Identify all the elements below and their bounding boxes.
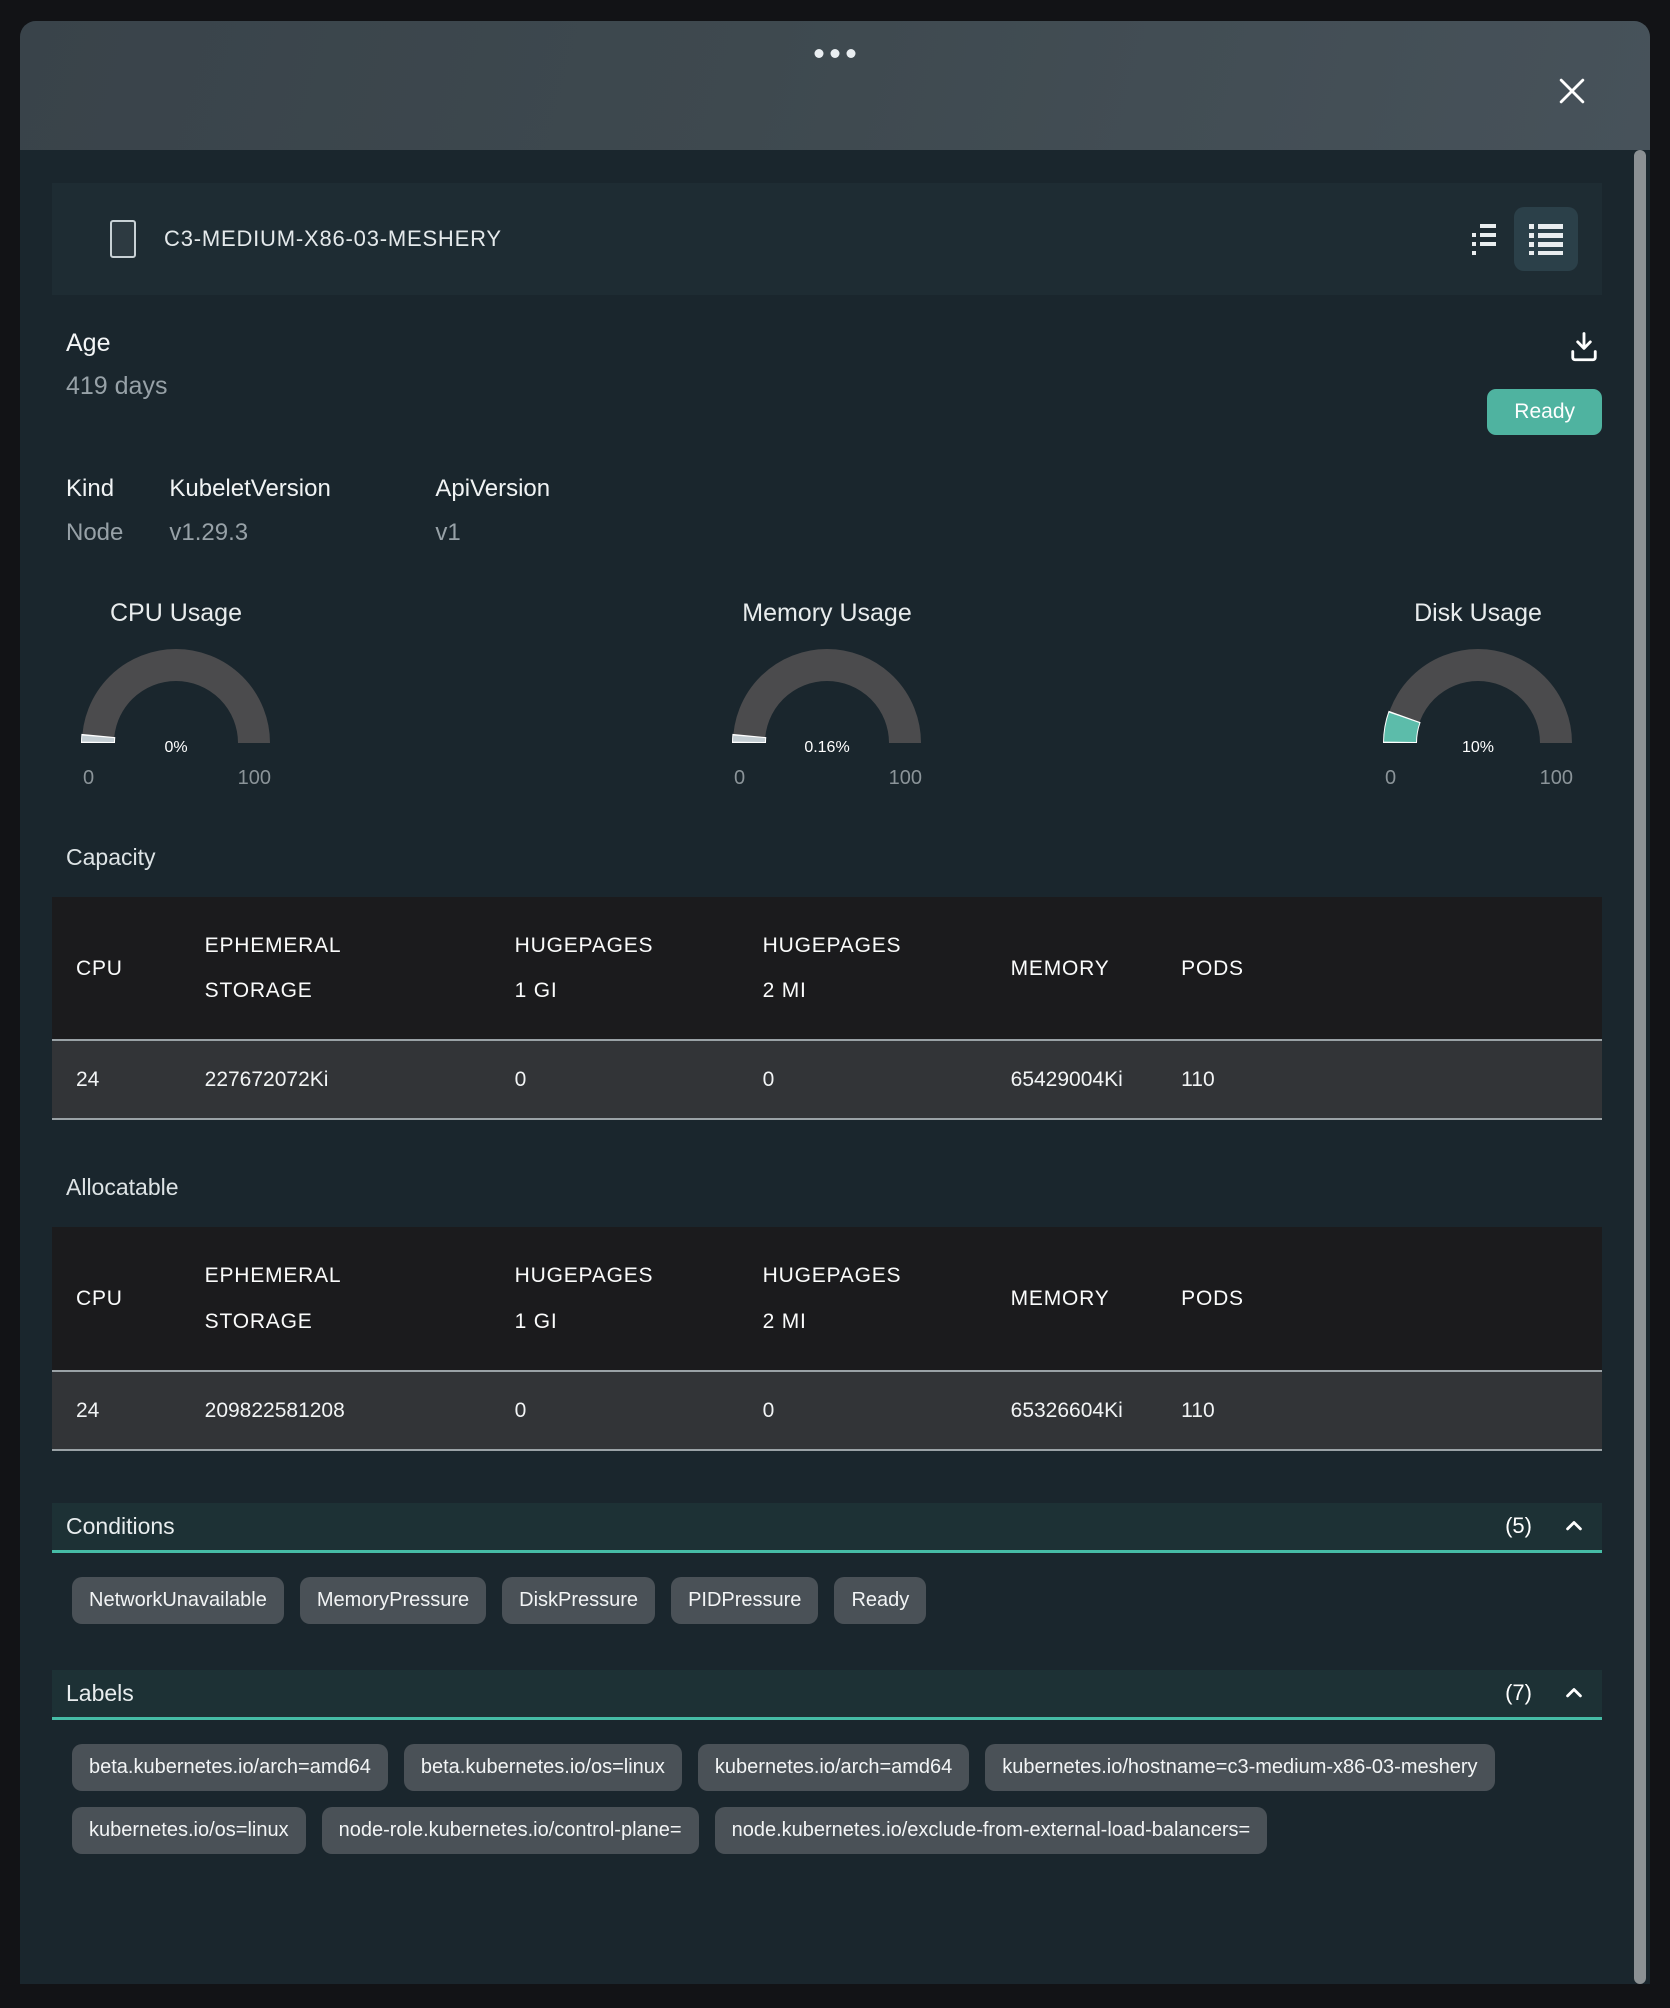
condition-chip[interactable]: MemoryPressure xyxy=(300,1577,486,1624)
col-memory: MEMORY xyxy=(987,1227,1158,1370)
allocatable-heading: Allocatable xyxy=(52,1174,1602,1201)
age-label: Age xyxy=(66,329,167,358)
view-toggle xyxy=(1470,207,1578,271)
field-api-version: ApiVersion v1 xyxy=(435,475,550,547)
node-details-modal: C3-MEDIUM-X86-03-MESHERY xyxy=(20,21,1650,1984)
close-button[interactable] xyxy=(1550,69,1594,113)
conditions-section-header[interactable]: Conditions (5) xyxy=(52,1503,1602,1553)
gauge-max-label: 100 xyxy=(1540,767,1573,790)
col-cpu: CPU xyxy=(52,1227,181,1370)
scrollbar-thumb[interactable] xyxy=(1634,150,1646,1984)
drag-handle-icon[interactable] xyxy=(815,49,856,58)
table-header-row: CPU EPHEMERAL STORAGE HUGEPAGES 1 GI HUG… xyxy=(52,1227,1602,1370)
col-hugepages-2mi: HUGEPAGES 2 MI xyxy=(739,897,987,1040)
col-ephemeral-storage: EPHEMERAL STORAGE xyxy=(181,1227,491,1370)
cell-memory: 65326604Ki xyxy=(987,1371,1158,1450)
label-chip[interactable]: node-role.kubernetes.io/control-plane= xyxy=(322,1807,699,1854)
conditions-section: Conditions (5) NetworkUnavailable Memory… xyxy=(52,1503,1602,1624)
age-status-row: Age 419 days Ready xyxy=(52,329,1602,435)
section-count: (7) xyxy=(1505,1680,1532,1706)
modal-drag-header xyxy=(20,21,1650,150)
labels-section: Labels (7) beta.kubernetes.io/arch=amd64… xyxy=(52,1670,1602,1854)
label-chip[interactable]: kubernetes.io/arch=amd64 xyxy=(698,1744,969,1791)
col-ephemeral-storage: EPHEMERAL STORAGE xyxy=(181,897,491,1040)
table-row: 24 209822581208 0 0 65326604Ki 110 xyxy=(52,1371,1602,1450)
gauge-title: Disk Usage xyxy=(1414,599,1542,628)
conditions-chips: NetworkUnavailable MemoryPressure DiskPr… xyxy=(52,1577,1602,1624)
age-value: 419 days xyxy=(66,372,167,401)
gauge-max-label: 100 xyxy=(238,767,271,790)
label-chip[interactable]: beta.kubernetes.io/arch=amd64 xyxy=(72,1744,388,1791)
condition-chip[interactable]: PIDPressure xyxy=(671,1577,818,1624)
section-title: Conditions xyxy=(66,1513,1505,1540)
cell-hugepages-2mi: 0 xyxy=(739,1040,987,1119)
cell-cpu: 24 xyxy=(52,1040,181,1119)
gauge-min-label: 0 xyxy=(83,767,94,790)
section-title: Labels xyxy=(66,1680,1505,1707)
allocatable-table: CPU EPHEMERAL STORAGE HUGEPAGES 1 GI HUG… xyxy=(52,1227,1602,1450)
col-cpu: CPU xyxy=(52,897,181,1040)
capacity-table: CPU EPHEMERAL STORAGE HUGEPAGES 1 GI HUG… xyxy=(52,897,1602,1120)
cell-pods: 110 xyxy=(1157,1040,1602,1119)
condition-chip[interactable]: Ready xyxy=(834,1577,926,1624)
disk-usage-gauge: Disk Usage 10% 0 100 xyxy=(1360,599,1596,790)
cpu-usage-gauge: CPU Usage 0% 0 100 xyxy=(58,599,294,790)
labels-section-header[interactable]: Labels (7) xyxy=(52,1670,1602,1720)
gauge-title: CPU Usage xyxy=(110,599,242,628)
modal-content: C3-MEDIUM-X86-03-MESHERY xyxy=(52,183,1602,1854)
memory-usage-gauge: Memory Usage 0.16% 0 100 xyxy=(709,599,945,790)
chevron-up-icon[interactable] xyxy=(1560,1679,1588,1707)
col-memory: MEMORY xyxy=(987,897,1158,1040)
label-chip[interactable]: beta.kubernetes.io/os=linux xyxy=(404,1744,682,1791)
gauge-value: 10% xyxy=(1462,739,1494,757)
chevron-up-icon[interactable] xyxy=(1560,1512,1588,1540)
node-title: C3-MEDIUM-X86-03-MESHERY xyxy=(164,226,1470,252)
col-pods: PODS xyxy=(1157,1227,1602,1370)
gauge-title: Memory Usage xyxy=(742,599,912,628)
node-select-checkbox[interactable] xyxy=(110,220,136,258)
download-button[interactable] xyxy=(1566,329,1602,365)
col-hugepages-1gi: HUGEPAGES 1 GI xyxy=(491,1227,739,1370)
detailed-view-button[interactable] xyxy=(1514,207,1578,271)
label-chip[interactable]: kubernetes.io/hostname=c3-medium-x86-03-… xyxy=(985,1744,1494,1791)
table-header-row: CPU EPHEMERAL STORAGE HUGEPAGES 1 GI HUG… xyxy=(52,897,1602,1040)
status-badge: Ready xyxy=(1487,389,1602,435)
col-pods: PODS xyxy=(1157,897,1602,1040)
gauge-value: 0% xyxy=(164,739,187,757)
label-chip[interactable]: node.kubernetes.io/exclude-from-external… xyxy=(715,1807,1268,1854)
gauge-min-label: 0 xyxy=(1385,767,1396,790)
cell-ephemeral-storage: 227672072Ki xyxy=(181,1040,491,1119)
condensed-list-icon xyxy=(1470,222,1498,256)
cell-hugepages-1gi: 0 xyxy=(491,1040,739,1119)
metadata-fields: Kind Node KubeletVersion v1.29.3 ApiVers… xyxy=(52,475,1602,547)
col-hugepages-2mi: HUGEPAGES 2 MI xyxy=(739,1227,987,1370)
section-count: (5) xyxy=(1505,1513,1532,1539)
cell-memory: 65429004Ki xyxy=(987,1040,1158,1119)
download-icon xyxy=(1566,329,1602,365)
gauge-max-label: 100 xyxy=(889,767,922,790)
condensed-view-button[interactable] xyxy=(1470,222,1498,256)
detailed-list-icon xyxy=(1529,223,1563,255)
col-hugepages-1gi: HUGEPAGES 1 GI xyxy=(491,897,739,1040)
gauge-value: 0.16% xyxy=(804,739,849,757)
condition-chip[interactable]: NetworkUnavailable xyxy=(72,1577,284,1624)
table-row: 24 227672072Ki 0 0 65429004Ki 110 xyxy=(52,1040,1602,1119)
cell-pods: 110 xyxy=(1157,1371,1602,1450)
cell-ephemeral-storage: 209822581208 xyxy=(181,1371,491,1450)
cell-cpu: 24 xyxy=(52,1371,181,1450)
cell-hugepages-1gi: 0 xyxy=(491,1371,739,1450)
labels-chips: beta.kubernetes.io/arch=amd64 beta.kuber… xyxy=(52,1744,1602,1854)
close-icon xyxy=(1552,71,1592,111)
capacity-heading: Capacity xyxy=(52,844,1602,871)
field-kind: Kind Node xyxy=(66,475,123,547)
label-chip[interactable]: kubernetes.io/os=linux xyxy=(72,1807,306,1854)
field-kubelet-version: KubeletVersion v1.29.3 xyxy=(169,475,389,547)
condition-chip[interactable]: DiskPressure xyxy=(502,1577,655,1624)
node-title-card: C3-MEDIUM-X86-03-MESHERY xyxy=(52,183,1602,295)
cell-hugepages-2mi: 0 xyxy=(739,1371,987,1450)
usage-gauges: CPU Usage 0% 0 100 Memory Usage xyxy=(52,599,1602,790)
gauge-min-label: 0 xyxy=(734,767,745,790)
